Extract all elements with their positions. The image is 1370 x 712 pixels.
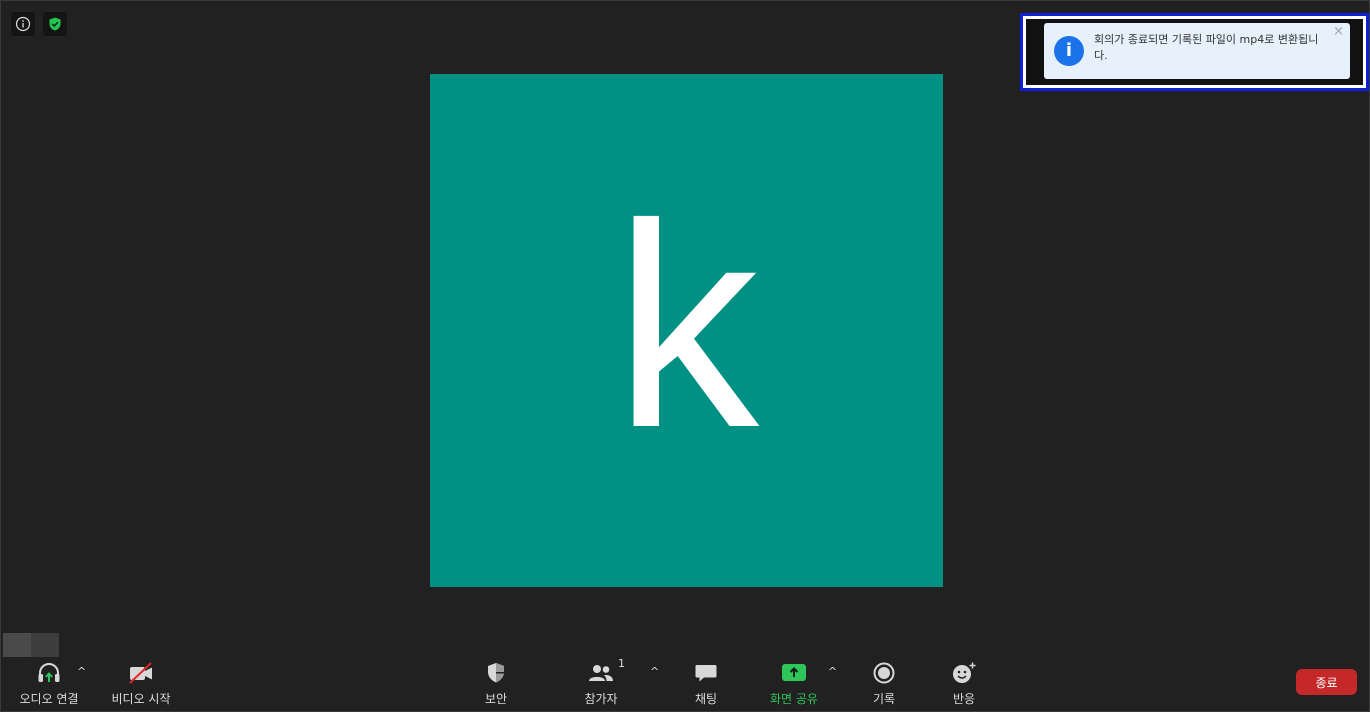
chat-icon xyxy=(694,660,718,686)
share-screen-button[interactable]: 화면 공유 xyxy=(764,656,824,708)
audio-options-caret[interactable]: ^ xyxy=(77,665,86,678)
thumbnail-strip[interactable] xyxy=(3,633,59,657)
headphones-icon xyxy=(36,660,62,686)
info-icon: i xyxy=(1054,36,1084,66)
start-video-button[interactable]: 비디오 시작 xyxy=(105,656,177,708)
start-video-label: 비디오 시작 xyxy=(111,692,171,706)
security-button[interactable]: 보안 xyxy=(474,656,518,708)
record-button[interactable]: 기록 xyxy=(867,656,901,708)
meeting-window: k i 회의가 종료되면 기록된 파일이 mp4로 변환됩니다. × 오디오 연… xyxy=(0,0,1370,712)
encryption-shield-button[interactable] xyxy=(43,12,67,36)
avatar-initial: k xyxy=(614,163,759,488)
share-screen-label: 화면 공유 xyxy=(770,692,818,706)
record-label: 기록 xyxy=(872,692,896,706)
join-audio-button[interactable]: 오디오 연결 xyxy=(14,656,84,708)
participants-icon: 1 xyxy=(587,657,625,686)
record-icon xyxy=(872,660,896,686)
meeting-info-button[interactable] xyxy=(11,12,35,36)
join-audio-label: 오디오 연결 xyxy=(19,692,79,706)
chat-button[interactable]: 채팅 xyxy=(690,656,722,708)
share-screen-icon xyxy=(781,660,807,686)
thumbnail-tile[interactable] xyxy=(31,633,59,657)
reactions-button[interactable]: 반응 xyxy=(947,656,981,708)
participants-label: 참가자 xyxy=(584,692,618,706)
info-circle-icon xyxy=(15,16,31,32)
reactions-label: 반응 xyxy=(952,692,976,706)
notification-highlight-frame: i 회의가 종료되면 기록된 파일이 mp4로 변환됩니다. × xyxy=(1020,13,1369,91)
notification-message: 회의가 종료되면 기록된 파일이 mp4로 변환됩니다. xyxy=(1094,33,1319,62)
video-off-icon xyxy=(127,660,155,686)
end-meeting-button[interactable]: 종료 xyxy=(1296,669,1357,695)
meeting-toolbar: 오디오 연결 ^ 비디오 시작 보안 1 참가자 ^ 채팅 화면 공유 ^ 기록… xyxy=(1,656,1369,711)
shield-icon xyxy=(485,660,507,686)
participants-options-caret[interactable]: ^ xyxy=(650,665,659,678)
notification-close-button[interactable]: × xyxy=(1333,24,1344,39)
green-shield-icon xyxy=(49,17,61,31)
share-options-caret[interactable]: ^ xyxy=(828,665,837,678)
reaction-icon xyxy=(951,660,977,686)
recording-notification: i 회의가 종료되면 기록된 파일이 mp4로 변환됩니다. × xyxy=(1044,23,1350,79)
participant-avatar: k xyxy=(430,74,943,587)
security-label: 보안 xyxy=(484,692,508,706)
participant-count-badge: 1 xyxy=(618,657,625,670)
chat-label: 채팅 xyxy=(694,692,718,706)
participants-button[interactable]: 1 참가자 xyxy=(578,656,625,708)
thumbnail-tile[interactable] xyxy=(3,633,31,657)
